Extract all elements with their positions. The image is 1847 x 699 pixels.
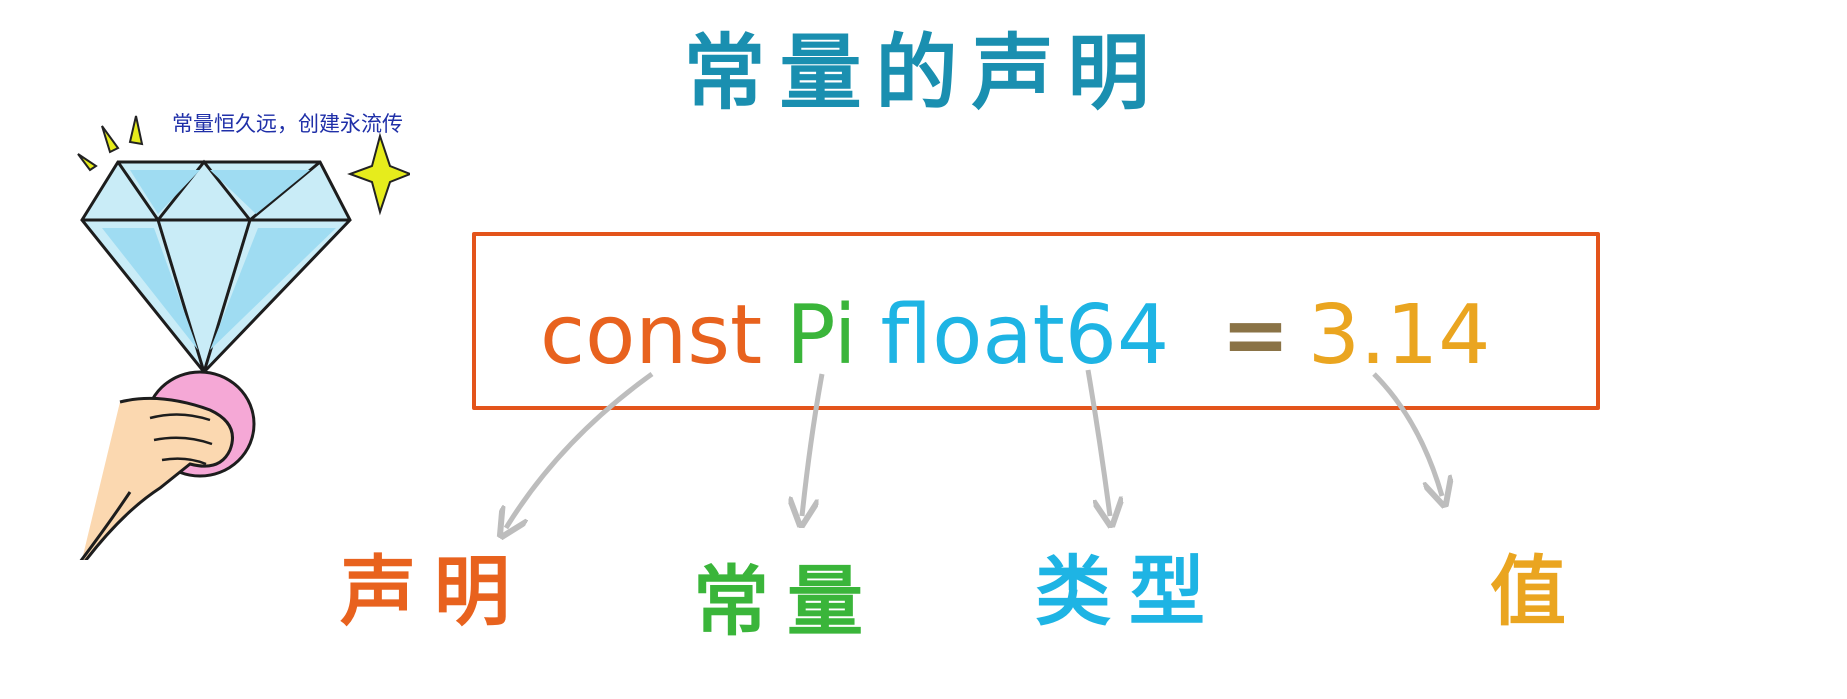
arrow-constant — [802, 373, 825, 516]
arrow-value — [1372, 372, 1442, 496]
label-declaration: 声明 — [340, 547, 528, 636]
arrow-type — [1085, 369, 1110, 516]
label-constant: 常量 — [693, 557, 881, 646]
label-value: 值 — [1490, 547, 1584, 636]
label-type: 类型 — [1035, 547, 1223, 636]
arrow-declaration — [506, 371, 654, 528]
